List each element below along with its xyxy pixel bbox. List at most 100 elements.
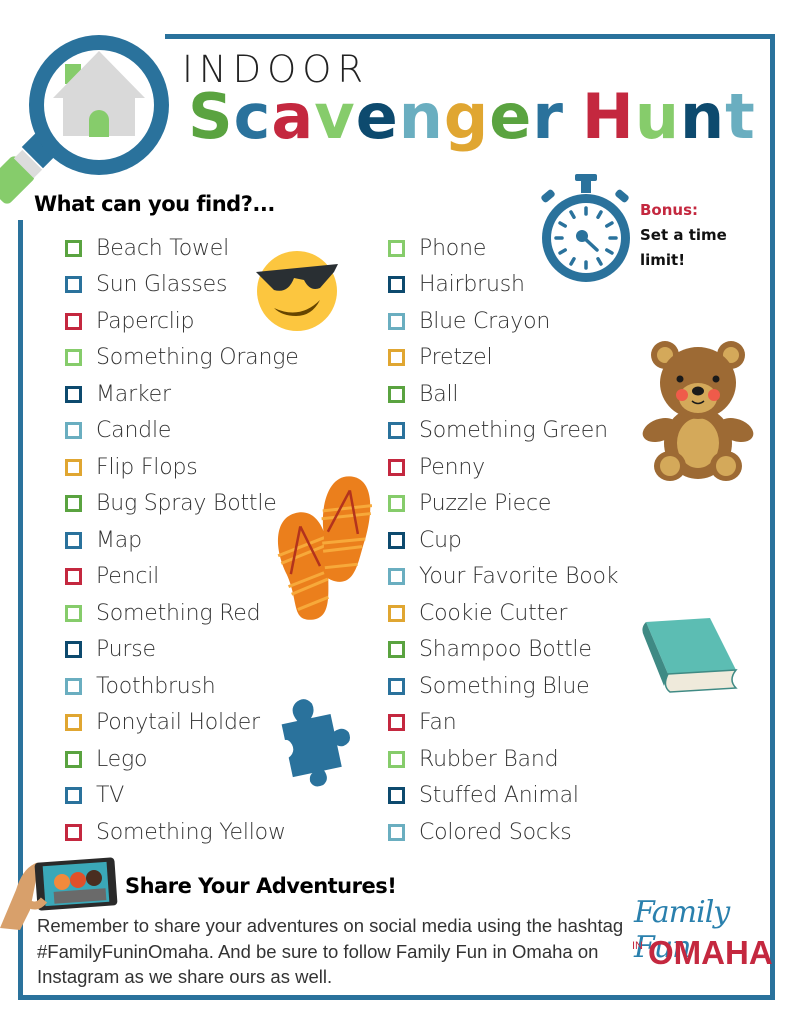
checklist-item[interactable]: Phone bbox=[388, 230, 618, 267]
checkbox[interactable] bbox=[388, 422, 405, 440]
checkbox[interactable] bbox=[65, 750, 82, 768]
checkbox[interactable] bbox=[65, 714, 82, 732]
checklist-item[interactable]: Toothbrush bbox=[65, 668, 299, 705]
checkbox[interactable] bbox=[388, 312, 405, 330]
logo-in: IN bbox=[632, 940, 643, 952]
checklist-item[interactable]: Hairbrush bbox=[388, 267, 618, 304]
checklist-item-label: Marker bbox=[96, 381, 171, 407]
checklist-item[interactable]: Something Red bbox=[65, 595, 299, 632]
checkbox[interactable] bbox=[388, 604, 405, 622]
checklist-item-label: Something Orange bbox=[96, 345, 299, 371]
checklist-item[interactable]: Ball bbox=[388, 376, 618, 413]
checklist-item[interactable]: Something Orange bbox=[65, 340, 299, 377]
title-scavenger-hunt: Scavenger Hunt bbox=[188, 80, 756, 153]
checkbox[interactable] bbox=[65, 568, 82, 586]
title-letter: u bbox=[634, 80, 680, 153]
checklist-item-label: Rubber Band bbox=[419, 746, 559, 772]
checklist-item[interactable]: Penny bbox=[388, 449, 618, 486]
checklist-item-label: Cookie Cutter bbox=[419, 600, 568, 626]
checkbox[interactable] bbox=[65, 787, 82, 805]
checkbox[interactable] bbox=[388, 458, 405, 476]
checkbox[interactable] bbox=[388, 568, 405, 586]
checklist-item[interactable]: Flip Flops bbox=[65, 449, 299, 486]
checklist-item[interactable]: Pretzel bbox=[388, 340, 618, 377]
checkbox[interactable] bbox=[388, 750, 405, 768]
checkbox[interactable] bbox=[65, 239, 82, 257]
bonus-text-line2: limit! bbox=[640, 251, 686, 269]
checklist-item[interactable]: Your Favorite Book bbox=[388, 559, 619, 596]
title-letter: r bbox=[532, 80, 564, 153]
checklist-item-label: Lego bbox=[96, 746, 148, 772]
checkbox[interactable] bbox=[388, 239, 405, 257]
checklist-item[interactable]: Blue Crayon bbox=[388, 303, 618, 340]
checklist-item[interactable]: Beach Towel bbox=[65, 230, 299, 267]
checklist-item[interactable]: Sun Glasses bbox=[65, 267, 299, 304]
checkbox[interactable] bbox=[388, 385, 405, 403]
checklist-item[interactable]: Something Blue bbox=[388, 668, 618, 705]
share-title: Share Your Adventures! bbox=[125, 874, 397, 898]
checklist-item[interactable]: Rubber Band bbox=[388, 741, 618, 778]
checklist-item[interactable]: Cookie Cutter bbox=[388, 595, 618, 632]
checklist-item[interactable]: Purse bbox=[65, 632, 299, 669]
checkbox[interactable] bbox=[65, 276, 82, 294]
checkbox[interactable] bbox=[388, 714, 405, 732]
checkbox[interactable] bbox=[65, 823, 82, 841]
checklist-item-label: Beach Towel bbox=[96, 235, 230, 261]
checklist-item[interactable]: Puzzle Piece bbox=[388, 486, 618, 523]
checklist-item[interactable]: Cup bbox=[388, 522, 618, 559]
checklist-item-label: Purse bbox=[96, 637, 156, 663]
checkbox[interactable] bbox=[388, 641, 405, 659]
checkbox[interactable] bbox=[65, 604, 82, 622]
checkbox[interactable] bbox=[388, 276, 405, 294]
checkbox[interactable] bbox=[65, 495, 82, 513]
checklist-item-label: Blue Crayon bbox=[419, 308, 551, 334]
checklist-item[interactable]: Candle bbox=[65, 413, 299, 450]
checkbox[interactable] bbox=[388, 787, 405, 805]
frame-bottom bbox=[18, 995, 775, 1000]
checklist-item-label: Pencil bbox=[96, 564, 160, 590]
checklist-item[interactable]: Paperclip bbox=[65, 303, 299, 340]
checklist-item[interactable]: Colored Socks bbox=[388, 814, 618, 851]
checkbox[interactable] bbox=[388, 495, 405, 513]
title-letter: c bbox=[233, 80, 272, 153]
checklist-item[interactable]: Ponytail Holder bbox=[65, 705, 299, 742]
checklist-item[interactable]: Something Yellow bbox=[65, 814, 299, 851]
checkbox[interactable] bbox=[65, 385, 82, 403]
checkbox[interactable] bbox=[65, 641, 82, 659]
checklist-item[interactable]: Stuffed Animal bbox=[388, 778, 618, 815]
title-letter: e bbox=[355, 80, 399, 153]
book-icon bbox=[642, 618, 738, 693]
checklist-item[interactable]: Pencil bbox=[65, 559, 299, 596]
checklist-item-label: Flip Flops bbox=[96, 454, 198, 480]
title-letter: t bbox=[725, 80, 756, 153]
title-letter: e bbox=[489, 80, 533, 153]
logo-omaha: OMAHA bbox=[648, 934, 773, 971]
checkbox[interactable] bbox=[388, 677, 405, 695]
title-letter: v bbox=[314, 80, 356, 153]
checklist-item-label: Something Green bbox=[419, 418, 608, 444]
checkbox[interactable] bbox=[65, 677, 82, 695]
title-letter: n bbox=[398, 80, 444, 153]
checklist-item[interactable]: Fan bbox=[388, 705, 618, 742]
checkbox[interactable] bbox=[65, 458, 82, 476]
title-letter: n bbox=[679, 80, 726, 153]
checklist-item[interactable]: Something Green bbox=[388, 413, 618, 450]
checkbox[interactable] bbox=[65, 422, 82, 440]
checkbox[interactable] bbox=[65, 312, 82, 330]
checkbox[interactable] bbox=[388, 531, 405, 549]
checklist-item-label: Map bbox=[96, 527, 142, 553]
checkbox[interactable] bbox=[388, 349, 405, 367]
checklist-item[interactable]: Lego bbox=[65, 741, 299, 778]
checklist-item[interactable]: Map bbox=[65, 522, 299, 559]
checklist-item[interactable]: Shampoo Bottle bbox=[388, 632, 618, 669]
checklist-item-label: Toothbrush bbox=[96, 673, 216, 699]
checklist-item[interactable]: Bug Spray Bottle bbox=[65, 486, 299, 523]
bonus-text-line1: Set a time bbox=[640, 226, 727, 244]
checklist-item[interactable]: TV bbox=[65, 778, 299, 815]
teddy-bear-icon bbox=[642, 341, 754, 481]
checkbox[interactable] bbox=[65, 531, 82, 549]
checkbox[interactable] bbox=[65, 349, 82, 367]
checklist-item[interactable]: Marker bbox=[65, 376, 299, 413]
checkbox[interactable] bbox=[388, 823, 405, 841]
title-letter: H bbox=[581, 80, 635, 153]
